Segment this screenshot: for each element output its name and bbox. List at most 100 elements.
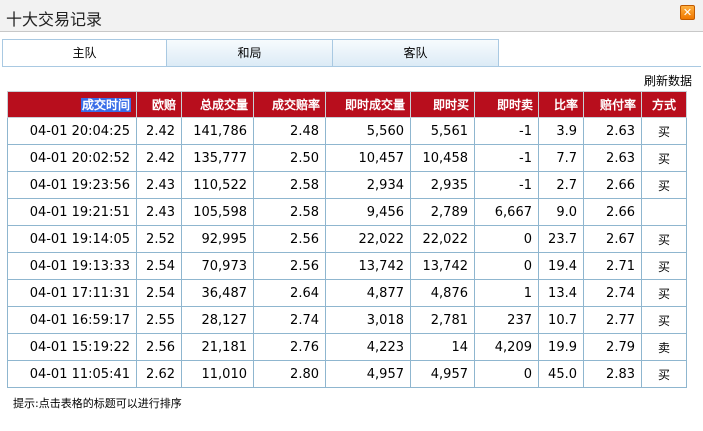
cell-instant-sell: -1: [474, 144, 539, 172]
cell-method: [641, 198, 687, 226]
cell-payout-rate: 2.77: [583, 306, 642, 334]
cell-euro-odds: 2.56: [136, 333, 182, 361]
cell-instant-buy: 4,957: [410, 360, 475, 388]
table-row: 04-01 20:02:52 2.42 135,777 2.50 10,457 10,45…: [7, 144, 687, 172]
cell-ratio: 19.9: [538, 333, 584, 361]
sort-hint: 提示:点击表格的标题可以进行排序: [13, 397, 182, 410]
window-title: 十大交易记录: [6, 10, 103, 29]
cell-trade-time: 04-01 11:05:41: [7, 360, 137, 388]
cell-method: 买: [641, 144, 687, 172]
header-payout-rate[interactable]: 赔付率: [583, 91, 642, 118]
header-instant-buy[interactable]: 即时买: [410, 91, 475, 118]
cell-euro-odds: 2.54: [136, 279, 182, 307]
cell-trade-odds: 2.76: [253, 333, 326, 361]
cell-total-volume: 110,522: [181, 171, 254, 199]
cell-total-volume: 11,010: [181, 360, 254, 388]
header-euro-odds[interactable]: 欧赔: [136, 91, 182, 118]
cell-total-volume: 28,127: [181, 306, 254, 334]
cell-method: 买: [641, 252, 687, 280]
cell-euro-odds: 2.52: [136, 225, 182, 253]
cell-euro-odds: 2.54: [136, 252, 182, 280]
cell-instant-sell: -1: [474, 171, 539, 199]
tab-draw[interactable]: 和局: [167, 39, 333, 67]
cell-ratio: 7.7: [538, 144, 584, 172]
header-instant-volume[interactable]: 即时成交量: [325, 91, 411, 118]
table-body: 04-01 20:04:25 2.42 141,786 2.48 5,560 5,561-…: [7, 117, 687, 388]
cell-trade-time: 04-01 19:23:56: [7, 171, 137, 199]
cell-total-volume: 92,995: [181, 225, 254, 253]
cell-instant-buy: 2,935: [410, 171, 475, 199]
table-row: 04-01 19:13:33 2.54 70,973 2.56 13,742 13,742…: [7, 252, 687, 280]
cell-instant-sell: -1: [474, 117, 539, 145]
table-row: 04-01 17:11:31 2.54 36,487 2.64 4,877 4,876 1 1…: [7, 279, 687, 307]
cell-ratio: 45.0: [538, 360, 584, 388]
header-total-volume[interactable]: 总成交量: [181, 91, 254, 118]
cell-trade-odds: 2.80: [253, 360, 326, 388]
cell-payout-rate: 2.66: [583, 198, 642, 226]
cell-ratio: 23.7: [538, 225, 584, 253]
cell-payout-rate: 2.79: [583, 333, 642, 361]
cell-instant-volume: 4,877: [325, 279, 411, 307]
cell-instant-sell: 4,209: [474, 333, 539, 361]
cell-instant-sell: 6,667: [474, 198, 539, 226]
cell-euro-odds: 2.42: [136, 144, 182, 172]
cell-payout-rate: 2.67: [583, 225, 642, 253]
cell-total-volume: 70,973: [181, 252, 254, 280]
cell-method: 买: [641, 225, 687, 253]
cell-instant-sell: 0: [474, 225, 539, 253]
cell-instant-volume: 2,934: [325, 171, 411, 199]
cell-instant-buy: 10,458: [410, 144, 475, 172]
cell-total-volume: 141,786: [181, 117, 254, 145]
cell-instant-volume: 4,223: [325, 333, 411, 361]
cell-method: 买: [641, 360, 687, 388]
cell-trade-time: 04-01 16:59:17: [7, 306, 137, 334]
cell-method: 买: [641, 306, 687, 334]
cell-payout-rate: 2.66: [583, 171, 642, 199]
cell-instant-sell: 0: [474, 252, 539, 280]
header-label: 成交时间: [80, 98, 131, 112]
cell-trade-odds: 2.74: [253, 306, 326, 334]
cell-instant-buy: 5,561: [410, 117, 475, 145]
table-row: 04-01 19:23:56 2.43 110,522 2.58 2,934 2,935-…: [7, 171, 687, 199]
header-method[interactable]: 方式: [641, 91, 687, 118]
cell-trade-time: 04-01 20:02:52: [7, 144, 137, 172]
cell-instant-buy: 2,789: [410, 198, 475, 226]
table-header-row: 成交时间 欧赔 总成交量 成交赔率 即时成交量 即时买 即时卖 比率 赔付率 方…: [7, 91, 687, 118]
cell-total-volume: 105,598: [181, 198, 254, 226]
tab-divider: [2, 66, 701, 67]
tab-away-team[interactable]: 客队: [333, 39, 499, 67]
cell-euro-odds: 2.55: [136, 306, 182, 334]
header-instant-sell[interactable]: 即时卖: [474, 91, 539, 118]
cell-payout-rate: 2.74: [583, 279, 642, 307]
header-trade-time[interactable]: 成交时间: [7, 91, 137, 118]
cell-euro-odds: 2.62: [136, 360, 182, 388]
close-icon[interactable]: ✕: [680, 5, 695, 20]
table-row: 04-01 19:14:05 2.52 92,995 2.56 22,022 22,022…: [7, 225, 687, 253]
refresh-data-link[interactable]: 刷新数据: [644, 72, 692, 89]
header-ratio[interactable]: 比率: [538, 91, 584, 118]
cell-trade-odds: 2.58: [253, 198, 326, 226]
table-row: 04-01 11:05:41 2.62 11,010 2.80 4,957 4,957 0 4…: [7, 360, 687, 388]
cell-instant-volume: 22,022: [325, 225, 411, 253]
cell-ratio: 19.4: [538, 252, 584, 280]
cell-trade-time: 04-01 15:19:22: [7, 333, 137, 361]
trade-records-table: 成交时间 欧赔 总成交量 成交赔率 即时成交量 即时买 即时卖 比率 赔付率 方…: [7, 91, 687, 388]
table-row: 04-01 19:21:51 2.43 105,598 2.58 9,456 2,789 6…: [7, 198, 687, 226]
cell-instant-volume: 5,560: [325, 117, 411, 145]
cell-trade-odds: 2.58: [253, 171, 326, 199]
table-row: 04-01 15:19:22 2.56 21,181 2.76 4,223 14 4,209…: [7, 333, 687, 361]
cell-instant-buy: 14: [410, 333, 475, 361]
cell-ratio: 13.4: [538, 279, 584, 307]
cell-method: 卖: [641, 333, 687, 361]
cell-instant-buy: 4,876: [410, 279, 475, 307]
cell-trade-time: 04-01 17:11:31: [7, 279, 137, 307]
cell-trade-time: 04-01 19:21:51: [7, 198, 137, 226]
cell-trade-odds: 2.56: [253, 225, 326, 253]
title-bar: 十大交易记录 ✕: [0, 0, 703, 32]
tab-home-team[interactable]: 主队: [2, 39, 167, 67]
cell-instant-volume: 3,018: [325, 306, 411, 334]
cell-trade-time: 04-01 19:14:05: [7, 225, 137, 253]
cell-payout-rate: 2.63: [583, 117, 642, 145]
header-trade-odds[interactable]: 成交赔率: [253, 91, 326, 118]
cell-total-volume: 36,487: [181, 279, 254, 307]
